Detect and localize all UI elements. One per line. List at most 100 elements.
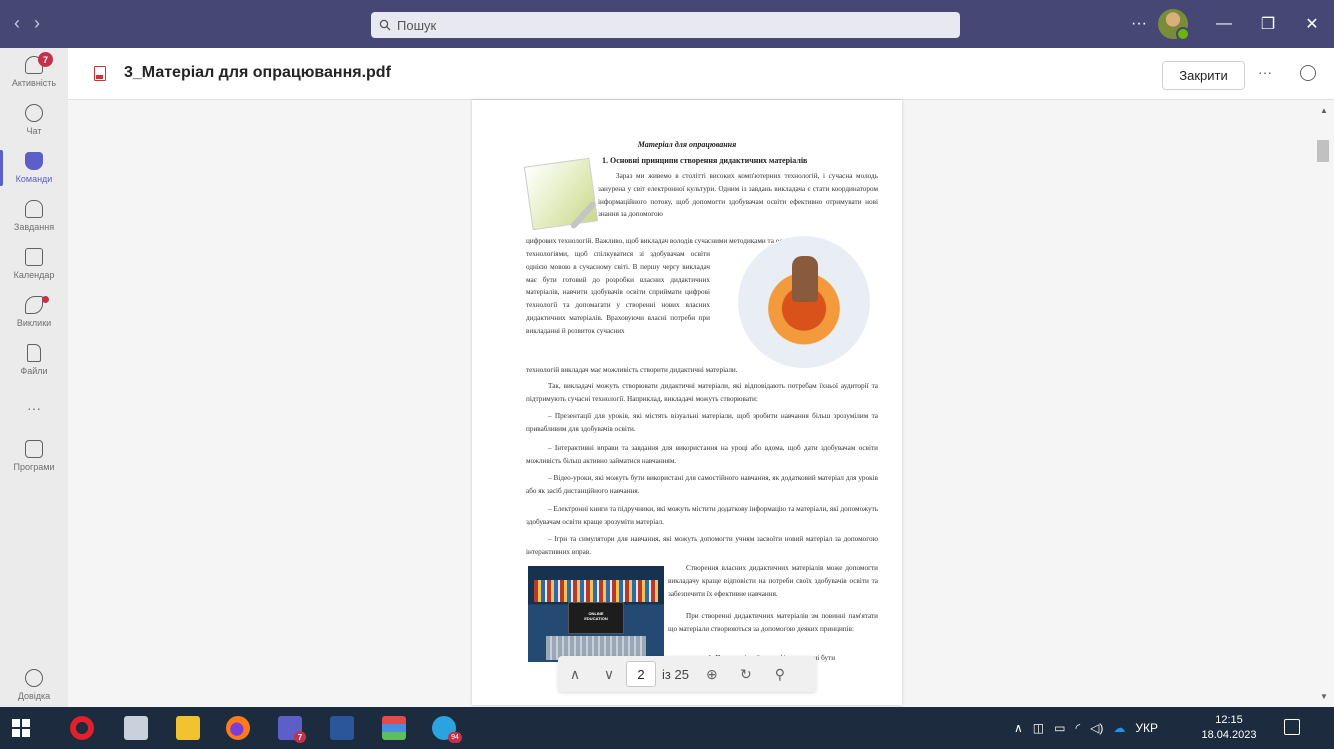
search-placeholder: Пошук <box>397 17 437 33</box>
rail-item-more[interactable]: ··· <box>0 384 68 432</box>
screen-text-2: EDUCATION <box>584 616 608 621</box>
forward-arrow-icon[interactable]: › <box>34 13 40 34</box>
windows-start-icon[interactable] <box>12 719 30 737</box>
rail-item-assignments[interactable]: Завдання <box>0 192 68 240</box>
page-number-input[interactable]: 2 <box>626 661 656 687</box>
conversation-icon[interactable] <box>1300 65 1316 81</box>
telegram-badge: 94 <box>448 732 462 743</box>
clock-time: 12:15 <box>1215 714 1243 726</box>
calls-dot <box>42 296 49 303</box>
close-button[interactable]: Закрити <box>1162 61 1245 90</box>
search-box[interactable]: Пошук <box>371 12 960 38</box>
assignments-icon <box>25 200 43 218</box>
rail-item-calls[interactable]: Виклики <box>0 288 68 336</box>
file-icon <box>27 344 41 362</box>
rail-label: Чат <box>26 126 42 136</box>
meet-now-icon[interactable]: ◫ <box>1033 721 1044 735</box>
notification-icon[interactable] <box>1284 719 1300 735</box>
clock-date: 18.04.2023 <box>1201 729 1257 741</box>
paragraph-1c: технологіями, щоб спілкуватися зі здобув… <box>526 250 710 335</box>
books-shelf <box>534 580 658 602</box>
pdf-file-icon <box>94 66 106 81</box>
previous-page-icon[interactable]: ∧ <box>558 666 592 683</box>
rail-item-chat[interactable]: Чат <box>0 96 68 144</box>
paragraph-1d: технологій викладач має можливість створ… <box>526 366 738 374</box>
avatar[interactable] <box>1158 9 1190 41</box>
rail-item-apps[interactable]: Програми <box>0 432 68 480</box>
rail-label: Активність <box>11 78 57 88</box>
paragraph-2: Так, викладачі можуть створювати дидакти… <box>526 382 878 403</box>
windows-taskbar: 7 94 ∧ ◫ ▭ ◜ ◁) ☁ УКР 12:15 18.04.2023 <box>0 707 1334 749</box>
rail-label: Виклики <box>16 318 52 328</box>
battery-icon[interactable]: ▭ <box>1054 721 1065 735</box>
page-heading: Матеріал для опрацювання <box>637 140 737 149</box>
rail-label: Календар <box>13 270 55 280</box>
paragraph-4: При створенні дидактичних матеріалів зм … <box>668 612 878 633</box>
close-window-icon[interactable]: ✕ <box>1290 0 1334 48</box>
onedrive-icon[interactable]: ☁ <box>1113 721 1125 735</box>
paragraph-1a: Зараз ми живемо в столітті високих комп'… <box>598 172 878 219</box>
pdf-viewer[interactable]: Матеріал для опрацювання 1. Основні прин… <box>68 100 1314 707</box>
firefox-icon[interactable] <box>226 716 250 740</box>
next-page-icon[interactable]: ∨ <box>592 666 626 683</box>
scroll-down-icon[interactable]: ▼ <box>1320 692 1328 701</box>
teams-taskbar-badge: 7 <box>294 731 306 743</box>
winrar-icon[interactable] <box>382 716 406 740</box>
back-arrow-icon[interactable]: ‹ <box>14 13 20 34</box>
document-title: 3_Матеріал для опрацювання.pdf <box>124 64 391 81</box>
rail-label: Довідка <box>17 691 51 701</box>
system-tray: ∧ ◫ ▭ ◜ ◁) ☁ УКР <box>1014 707 1158 749</box>
search-icon <box>379 19 391 31</box>
rail-item-calendar[interactable]: Календар <box>0 240 68 288</box>
page-count: із 25 <box>662 666 689 682</box>
rail-item-teams[interactable]: Команди <box>0 144 68 192</box>
activity-badge: 7 <box>38 52 53 67</box>
rail-label: Команди <box>15 174 53 184</box>
calculator-icon[interactable] <box>124 716 148 740</box>
more-options-icon[interactable]: ··· <box>1124 15 1154 33</box>
opera-icon[interactable] <box>70 716 94 740</box>
zoom-in-icon[interactable]: ⊕ <box>695 666 729 683</box>
word-icon[interactable] <box>330 716 354 740</box>
wifi-icon[interactable]: ◜ <box>1075 721 1080 735</box>
scrollbar[interactable]: ▲ ▼ <box>1314 100 1334 707</box>
pdf-page: Матеріал для опрацювання 1. Основні прин… <box>472 100 902 705</box>
chat-icon <box>25 104 43 122</box>
document-illustration <box>523 157 599 231</box>
more-apps-icon: ··· <box>27 400 41 416</box>
rail-label: Завдання <box>13 222 55 232</box>
list-item-5: – Ігри та симулятори для навчання, які м… <box>526 535 878 556</box>
rail-item-activity[interactable]: 7 Активність <box>0 48 68 96</box>
rail-item-help[interactable]: Довідка <box>0 661 68 709</box>
rail-item-files[interactable]: Файли <box>0 336 68 384</box>
document-more-icon[interactable]: ··· <box>1258 64 1272 80</box>
teams-taskbar-icon[interactable]: 7 <box>278 716 306 743</box>
apps-icon <box>25 440 43 458</box>
title-bar: ‹ › Пошук ··· — ❐ ✕ <box>0 0 1334 48</box>
maximize-icon[interactable]: ❐ <box>1246 0 1290 48</box>
list-item-4: – Електронні книги та підручники, які мо… <box>526 505 878 526</box>
app-rail: 7 Активність Чат Команди Завдання Календ… <box>0 48 68 707</box>
volume-icon[interactable]: ◁) <box>1090 721 1103 735</box>
file-explorer-icon[interactable] <box>176 716 200 740</box>
phone-icon <box>25 296 43 314</box>
rail-label: Програми <box>13 462 55 472</box>
telegram-icon[interactable]: 94 <box>432 716 462 743</box>
scroll-thumb[interactable] <box>1317 140 1329 162</box>
laptop-icon: ONLINE EDUCATION <box>568 602 624 634</box>
list-item-2: – Інтерактивні вправи та завдання для ви… <box>526 444 878 465</box>
calendar-icon <box>25 248 43 266</box>
rotate-icon[interactable]: ↻ <box>729 666 763 683</box>
clock[interactable]: 12:15 18.04.2023 <box>1198 713 1260 743</box>
find-icon[interactable]: ⚲ <box>763 666 797 683</box>
section-title: 1. Основні принципи створення дидактични… <box>602 156 808 165</box>
pdf-toolbar: ∧ ∨ 2 із 25 ⊕ ↻ ⚲ <box>558 656 816 692</box>
teams-icon <box>25 152 43 170</box>
minimize-icon[interactable]: — <box>1202 0 1246 48</box>
paragraph-3: Створення власних дидактичних матеріалів… <box>668 564 878 598</box>
online-education-image: ONLINE EDUCATION <box>528 566 664 662</box>
language-indicator[interactable]: УКР <box>1135 721 1158 735</box>
show-hidden-icons-icon[interactable]: ∧ <box>1014 721 1023 735</box>
scroll-up-icon[interactable]: ▲ <box>1320 106 1328 115</box>
technology-illustration <box>738 236 870 368</box>
